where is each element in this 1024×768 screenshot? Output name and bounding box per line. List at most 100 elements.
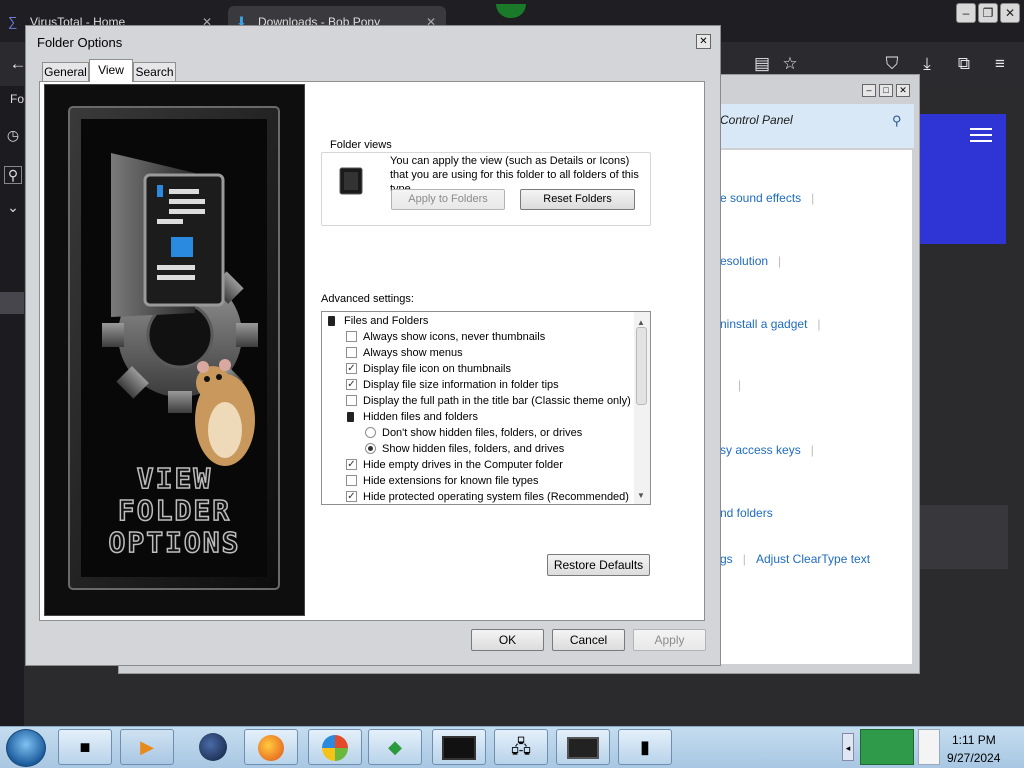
apply-button[interactable]: Apply bbox=[633, 629, 706, 651]
settings-checkbox-row[interactable]: Always show menus bbox=[322, 345, 632, 361]
setting-label: Files and Folders bbox=[344, 315, 429, 327]
checkbox[interactable]: ✓ bbox=[346, 379, 357, 390]
downloads-icon[interactable]: ⤓ bbox=[915, 52, 939, 76]
reader-icon[interactable]: ▤ bbox=[750, 52, 774, 76]
start-button[interactable] bbox=[6, 729, 46, 767]
close-button[interactable]: ✕ bbox=[696, 34, 711, 49]
maximize-button[interactable]: □ bbox=[879, 84, 893, 97]
history-icon[interactable]: ◷ bbox=[4, 126, 22, 144]
settings-radio-row[interactable]: Don't show hidden files, folders, or dri… bbox=[322, 425, 632, 441]
close-button[interactable]: ✕ bbox=[896, 84, 910, 97]
minimize-button[interactable]: – bbox=[956, 3, 976, 23]
folder-icon bbox=[328, 316, 335, 326]
setting-label: Hide extensions for known file types bbox=[363, 475, 539, 487]
link-sound-effects[interactable]: e sound effects | bbox=[720, 191, 814, 205]
taskbar-computer-icon[interactable]: ■ bbox=[58, 729, 112, 765]
extensions-icon[interactable]: ⧉ bbox=[952, 52, 976, 76]
link-settings[interactable]: gs | bbox=[720, 552, 746, 566]
radio-button[interactable] bbox=[365, 443, 376, 454]
art-text-options: OPTIONS bbox=[108, 526, 241, 560]
radio-button[interactable] bbox=[365, 427, 376, 438]
settings-checkbox-row[interactable]: Hide extensions for known file types bbox=[322, 473, 632, 489]
checkbox[interactable] bbox=[346, 331, 357, 342]
taskbar-folder-options-icon[interactable]: ▮ bbox=[618, 729, 672, 765]
scroll-down-icon[interactable]: ▼ bbox=[637, 491, 645, 500]
page-blue-banner bbox=[920, 114, 1006, 244]
settings-checkbox-row[interactable]: Always show icons, never thumbnails bbox=[322, 329, 632, 345]
sidebar-label: Fo bbox=[10, 92, 25, 106]
control-panel-content bbox=[720, 150, 912, 664]
ok-button[interactable]: OK bbox=[471, 629, 544, 651]
art-text-view: VIEW bbox=[136, 462, 213, 496]
show-hidden-icons-button[interactable]: ◂ bbox=[842, 733, 854, 761]
checkbox[interactable]: ✓ bbox=[346, 491, 357, 502]
taskbar-windows-icon[interactable] bbox=[308, 729, 362, 765]
taskbar-media-player-icon[interactable]: ▶ bbox=[120, 729, 174, 765]
setting-label: Hide protected operating system files (R… bbox=[363, 491, 629, 503]
advanced-settings-list[interactable]: Files and Folders Always show icons, neve… bbox=[321, 311, 651, 505]
cancel-button[interactable]: Cancel bbox=[552, 629, 625, 651]
search-icon[interactable]: ⚲ bbox=[892, 113, 902, 129]
advanced-settings-label: Advanced settings: bbox=[321, 293, 414, 305]
taskbar-network-settings-icon[interactable]: 🖧 bbox=[494, 729, 548, 765]
checkbox[interactable] bbox=[346, 395, 357, 406]
clock-date[interactable]: 9/27/2024 bbox=[947, 751, 1000, 765]
hamburger-icon[interactable] bbox=[970, 128, 992, 142]
settings-checkbox-row[interactable]: ✓ Display file icon on thumbnails bbox=[322, 361, 632, 377]
menu-icon[interactable]: ≡ bbox=[988, 52, 1012, 76]
tab-view[interactable]: View bbox=[89, 59, 133, 82]
sidebar-selected-item[interactable] bbox=[0, 292, 24, 314]
settings-group-row: Hidden files and folders bbox=[322, 409, 632, 425]
restore-defaults-button[interactable]: Restore Defaults bbox=[547, 554, 650, 576]
link-access-keys[interactable]: sy access keys | bbox=[720, 443, 814, 457]
taskbar-firefox-icon[interactable] bbox=[244, 729, 298, 765]
setting-label: Always show menus bbox=[363, 347, 463, 359]
checkbox[interactable] bbox=[346, 347, 357, 358]
checkbox[interactable]: ✓ bbox=[346, 363, 357, 374]
folder-icon bbox=[347, 412, 354, 422]
clock-time[interactable]: 1:11 PM bbox=[952, 733, 996, 747]
setting-label: Hide empty drives in the Computer folder bbox=[363, 459, 563, 471]
taskbar-display-icon[interactable] bbox=[556, 729, 610, 765]
virustotal-icon: ∑ bbox=[8, 14, 18, 29]
settings-checkbox-row[interactable]: ✓ Display file size information in folder… bbox=[322, 377, 632, 393]
reset-folders-button[interactable]: Reset Folders bbox=[520, 189, 635, 210]
close-button[interactable]: ✕ bbox=[1000, 3, 1020, 23]
tab-general[interactable]: General bbox=[42, 62, 89, 81]
settings-checkbox-row[interactable]: Display the full path in the title bar (… bbox=[322, 393, 632, 409]
view-folder-options-artwork: VIEW FOLDER OPTIONS bbox=[44, 84, 305, 616]
tray-volume-icon[interactable] bbox=[918, 729, 940, 765]
setting-label: Display file size information in folder … bbox=[363, 379, 559, 391]
setting-label: Hidden files and folders bbox=[363, 411, 478, 423]
minimize-button[interactable]: – bbox=[862, 84, 876, 97]
taskbar-globe-icon[interactable] bbox=[186, 729, 240, 765]
setting-label: Don't show hidden files, folders, or dri… bbox=[382, 427, 583, 439]
tray-network-icon[interactable] bbox=[860, 729, 914, 765]
link-folders[interactable]: nd folders bbox=[720, 506, 773, 520]
folder-view-icon bbox=[338, 164, 366, 196]
taskbar-monitor-icon[interactable] bbox=[432, 729, 486, 765]
breadcrumb[interactable]: Control Panel bbox=[720, 113, 793, 127]
restore-button[interactable]: ❐ bbox=[978, 3, 998, 23]
setting-label: Display file icon on thumbnails bbox=[363, 363, 511, 375]
taskbar-network-icon[interactable]: ◆ bbox=[368, 729, 422, 765]
setting-label: Always show icons, never thumbnails bbox=[363, 331, 546, 343]
art-text-folder: FOLDER bbox=[117, 494, 232, 528]
link-adjust-cleartype[interactable]: Adjust ClearType text bbox=[756, 552, 870, 566]
scrollbar-thumb[interactable] bbox=[636, 327, 647, 405]
apply-to-folders-button[interactable]: Apply to Folders bbox=[391, 189, 505, 210]
setting-label: Show hidden files, folders, and drives bbox=[382, 443, 565, 455]
bookmark-star-icon[interactable]: ☆ bbox=[778, 52, 802, 76]
settings-checkbox-row[interactable]: ✓ Hide empty drives in the Computer folde… bbox=[322, 457, 632, 473]
settings-checkbox-row[interactable]: ✓ Hide protected operating system files (… bbox=[322, 489, 632, 504]
chevron-down-icon[interactable]: ⌄ bbox=[4, 198, 22, 216]
search-icon[interactable]: ⚲ bbox=[4, 166, 22, 184]
link-uninstall-gadget[interactable]: ninstall a gadget | bbox=[720, 317, 821, 331]
link-resolution[interactable]: esolution | bbox=[720, 254, 781, 268]
pocket-icon[interactable]: ⛉ bbox=[880, 52, 904, 76]
checkbox[interactable]: ✓ bbox=[346, 459, 357, 470]
scroll-up-icon[interactable]: ▲ bbox=[637, 318, 645, 327]
checkbox[interactable] bbox=[346, 475, 357, 486]
tab-search[interactable]: Search bbox=[133, 62, 176, 81]
settings-radio-row[interactable]: Show hidden files, folders, and drives bbox=[322, 441, 632, 457]
